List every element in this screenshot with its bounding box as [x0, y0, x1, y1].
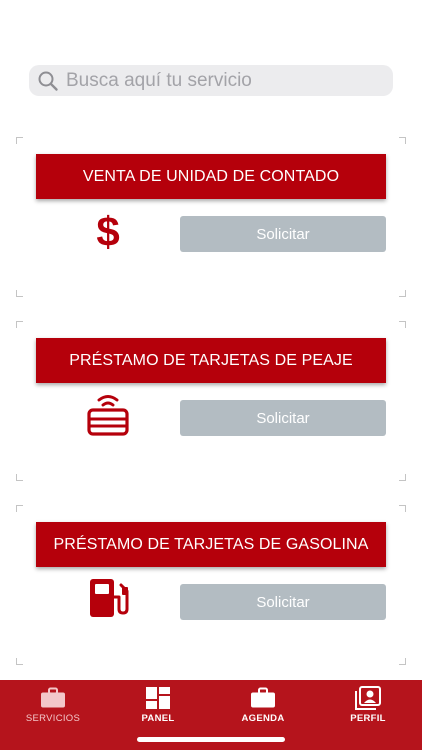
- profile-icon: [355, 686, 381, 710]
- search-input[interactable]: [66, 65, 386, 96]
- search-bar[interactable]: [29, 65, 393, 96]
- tab-label: AGENDA: [241, 713, 285, 724]
- home-indicator: [137, 737, 285, 742]
- service-card-venta: VENTA DE UNIDAD DE CONTADO $ Solicitar: [16, 137, 406, 297]
- svg-text:$: $: [96, 208, 119, 252]
- service-title: PRÉSTAMO DE TARJETAS DE PEAJE: [36, 338, 386, 383]
- service-title: PRÉSTAMO DE TARJETAS DE GASOLINA: [36, 522, 386, 567]
- briefcase-icon: [40, 686, 66, 710]
- fuel-pump-icon: [82, 576, 134, 620]
- tab-servicios[interactable]: SERVICIOS: [8, 680, 98, 730]
- dollar-icon: $: [82, 208, 134, 252]
- briefcase-icon: [250, 686, 276, 710]
- service-title: VENTA DE UNIDAD DE CONTADO: [36, 154, 386, 199]
- dashboard-icon: [145, 686, 171, 710]
- tab-panel[interactable]: PANEL: [113, 680, 203, 730]
- toll-card-icon: [82, 392, 134, 436]
- solicitar-button[interactable]: Solicitar: [180, 584, 386, 620]
- tab-agenda[interactable]: AGENDA: [218, 680, 308, 730]
- tab-label: PANEL: [141, 713, 175, 724]
- tab-label: PERFIL: [350, 713, 386, 724]
- tab-label: SERVICIOS: [25, 713, 81, 724]
- solicitar-button[interactable]: Solicitar: [180, 216, 386, 252]
- search-icon: [37, 70, 59, 92]
- solicitar-button[interactable]: Solicitar: [180, 400, 386, 436]
- tab-perfil[interactable]: PERFIL: [323, 680, 413, 730]
- service-card-peaje: PRÉSTAMO DE TARJETAS DE PEAJE Solicitar: [16, 321, 406, 481]
- service-card-gasolina: PRÉSTAMO DE TARJETAS DE GASOLINA Solicit…: [16, 505, 406, 665]
